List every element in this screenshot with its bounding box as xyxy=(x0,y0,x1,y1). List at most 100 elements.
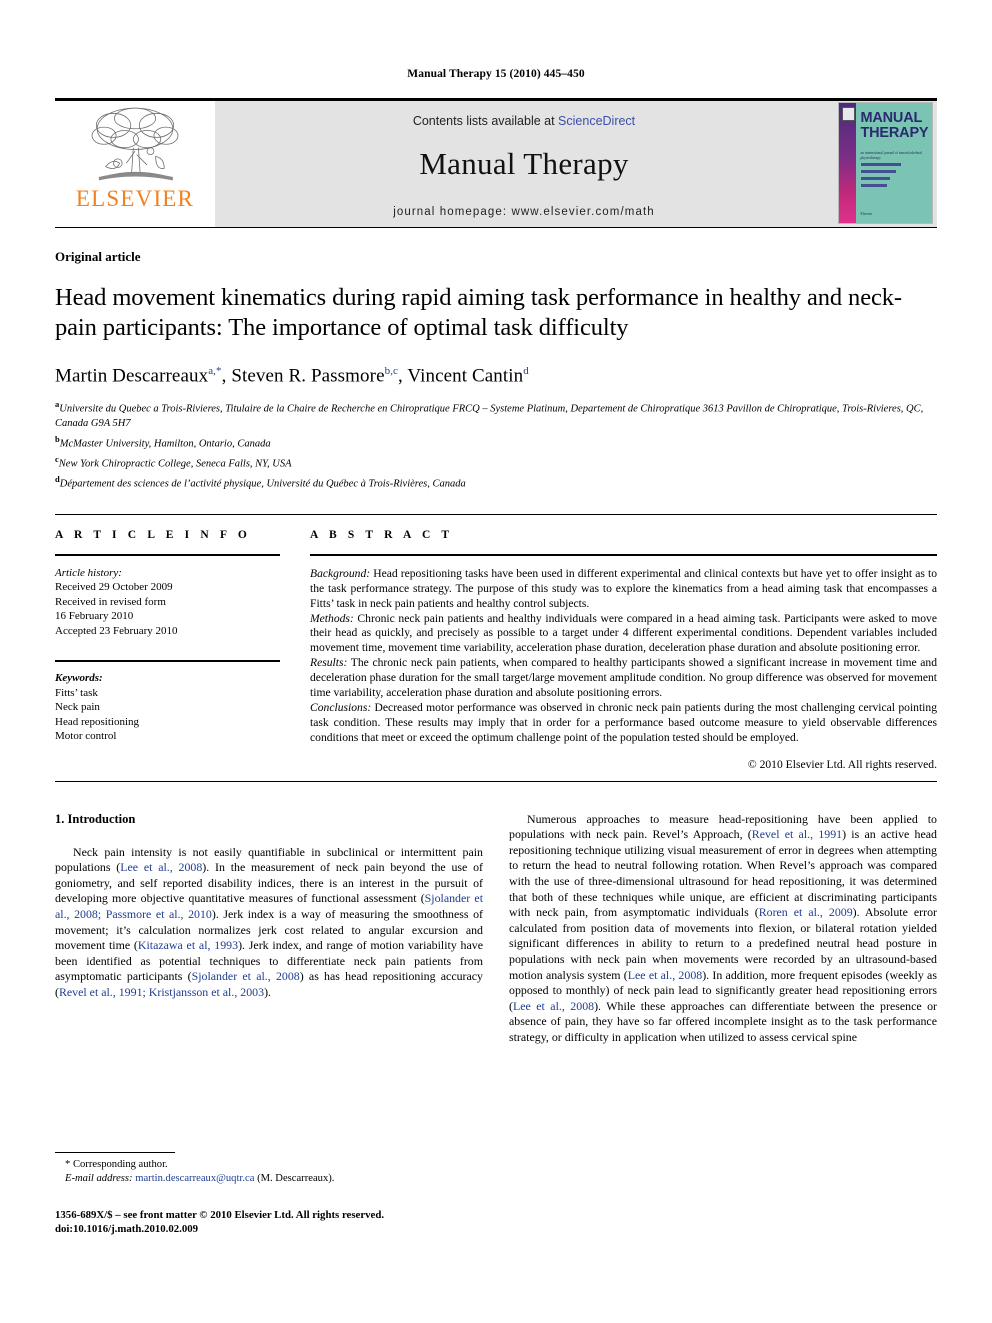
body-text-run: ). xyxy=(264,985,271,1000)
abstract-rule xyxy=(310,553,937,556)
history-item: Accepted 23 February 2010 xyxy=(55,624,178,637)
imprint-block: 1356-689X/$ – see front matter © 2010 El… xyxy=(55,1208,483,1236)
author-name: Vincent Cantin xyxy=(407,365,524,387)
citation-link[interactable]: Lee et al., 2008 xyxy=(628,968,702,982)
affiliation-item: aUniversite du Quebec a Trois-Rivieres, … xyxy=(55,397,937,432)
cover-logo-chip xyxy=(841,107,855,121)
abstract-section-text: Decreased motor performance was observed… xyxy=(310,700,937,744)
abstract-heading: A B S T R A C T xyxy=(310,528,454,541)
author-name: Martin Descarreaux xyxy=(55,365,209,387)
abstract-section-label: Results: xyxy=(310,656,348,670)
cover-gradient-bar xyxy=(838,103,856,223)
abstract-copyright: © 2010 Elsevier Ltd. All rights reserved… xyxy=(747,757,937,771)
affiliation-text: McMaster University, Hamilton, Ontario, … xyxy=(59,438,271,450)
keywords-rule xyxy=(55,660,280,663)
affiliation-text: Département des sciences de l’activité p… xyxy=(59,478,466,490)
article-info-column: A R T I C L E I N F O Article history: R… xyxy=(55,529,310,771)
keywords-label: Keywords: xyxy=(55,672,103,685)
running-head: Manual Therapy 15 (2010) 445–450 xyxy=(407,68,585,80)
abstract-section: Conclusions: Decreased motor performance… xyxy=(310,701,937,746)
article-title: Head movement kinematics during rapid ai… xyxy=(55,284,902,341)
introduction-paragraph-right: Numerous approaches to measure head-repo… xyxy=(509,812,937,1046)
journal-homepage-link[interactable]: journal homepage: www.elsevier.com/math xyxy=(393,206,655,218)
history-item: 16 February 2010 xyxy=(55,610,134,623)
publisher-logo: ELSEVIER xyxy=(55,101,215,227)
article-info-heading: A R T I C L E I N F O xyxy=(55,528,251,541)
citation-link[interactable]: Sjolander et al., 2008 xyxy=(192,969,300,983)
author-affiliation-mark[interactable]: a,* xyxy=(208,365,221,377)
corresponding-author-note: * Corresponding author. xyxy=(65,1159,168,1170)
author-list: Martin Descarreauxa,*, Steven R. Passmor… xyxy=(55,365,529,387)
article-info-rule xyxy=(55,553,280,556)
elsevier-tree-icon xyxy=(91,107,179,181)
elsevier-wordmark: ELSEVIER xyxy=(75,186,195,211)
cover-title: MANUAL THERAPY xyxy=(861,111,929,141)
abstract-body: Background: Head repositioning tasks hav… xyxy=(310,567,937,746)
author-affiliation-mark[interactable]: b,c xyxy=(385,365,398,377)
history-item: Received in revised form xyxy=(55,595,166,608)
imprint-doi[interactable]: doi:10.1016/j.math.2010.02.009 xyxy=(55,1222,483,1236)
journal-masthead: ELSEVIER Contents lists available at Sci… xyxy=(55,98,937,227)
cover-subtitle: an international journal of musculoskele… xyxy=(860,151,922,160)
article-history: Article history: Received 29 October 200… xyxy=(55,566,280,639)
citation-link[interactable]: Kitazawa et al, 1993 xyxy=(138,938,238,952)
affiliation-item: bMcMaster University, Hamilton, Ontario,… xyxy=(55,432,937,452)
abstract-section-text: The chronic neck pain patients, when com… xyxy=(310,656,937,700)
citation-link[interactable]: Revel et al., 1991 xyxy=(752,827,842,841)
info-abstract-block: A R T I C L E I N F O Article history: R… xyxy=(55,513,937,771)
article-type-kicker: Original article xyxy=(55,249,141,264)
footnote-rule xyxy=(55,1152,175,1153)
keywords-block: Keywords: Fitts’ task Neck pain Head rep… xyxy=(55,671,280,744)
journal-cover-thumbnail[interactable]: MANUAL THERAPY an international journal … xyxy=(837,102,933,224)
abstract-section: Methods: Chronic neck pain patients and … xyxy=(310,612,937,657)
author-name: Steven R. Passmore xyxy=(231,365,385,387)
history-item: Received 29 October 2009 xyxy=(55,581,173,594)
keyword-item: Head repositioning xyxy=(55,715,140,728)
journal-article-page: Manual Therapy 15 (2010) 445–450 ELSEVIE… xyxy=(0,0,992,1323)
email-label: E-mail address: xyxy=(65,1173,133,1184)
article-content: Original article Head movement kinematic… xyxy=(55,227,937,1046)
masthead-right: MANUAL THERAPY an international journal … xyxy=(833,101,937,227)
footnote-block: * Corresponding author. E-mail address: … xyxy=(55,1152,483,1236)
abstract-bottom-rule xyxy=(55,780,937,782)
affiliation-text: Universite du Quebec a Trois-Rivieres, T… xyxy=(55,403,924,430)
keyword-item: Fitts’ task xyxy=(55,686,98,699)
sciencedirect-link[interactable]: ScienceDirect xyxy=(558,114,635,128)
body-column-left: 1. Introduction Neck pain intensity is n… xyxy=(55,812,483,1046)
email-note: E-mail address: martin.descarreaux@uqtr.… xyxy=(55,1172,483,1186)
body-column-right: Numerous approaches to measure head-repo… xyxy=(509,812,937,1046)
cover-contents-lines xyxy=(860,163,926,191)
abstract-section-label: Background: xyxy=(310,566,371,580)
article-body: 1. Introduction Neck pain intensity is n… xyxy=(55,812,937,1046)
contents-available-line: Contents lists available at ScienceDirec… xyxy=(413,114,635,128)
cover-title-line2: THERAPY xyxy=(860,125,929,141)
citation-link[interactable]: Lee et al., 2008 xyxy=(120,860,202,874)
abstract-section-label: Conclusions: xyxy=(310,700,372,714)
masthead-center: Contents lists available at ScienceDirec… xyxy=(215,101,833,227)
abstract-section-text: Chronic neck pain patients and healthy i… xyxy=(310,611,937,655)
author-affiliation-mark[interactable]: d xyxy=(523,365,529,377)
article-history-label: Article history: xyxy=(55,566,122,579)
citation-link[interactable]: Roren et al., 2009 xyxy=(759,905,853,919)
abstract-column: A B S T R A C T Background: Head reposit… xyxy=(310,529,937,771)
affiliation-list: aUniversite du Quebec a Trois-Rivieres, … xyxy=(55,397,937,492)
affiliation-item: cNew York Chiropractic College, Seneca F… xyxy=(55,452,937,472)
keyword-item: Motor control xyxy=(55,730,117,743)
affiliation-item: dDépartement des sciences de l’activité … xyxy=(55,472,937,492)
introduction-paragraph-left: Neck pain intensity is not easily quanti… xyxy=(55,845,483,1001)
abstract-section-text: Head repositioning tasks have been used … xyxy=(310,566,937,610)
cover-footer: Elsevier xyxy=(860,212,873,216)
keyword-item: Neck pain xyxy=(55,701,100,714)
abstract-section: Background: Head repositioning tasks hav… xyxy=(310,567,937,612)
abstract-section: Results: The chronic neck pain patients,… xyxy=(310,656,937,701)
affiliation-text: New York Chiropractic College, Seneca Fa… xyxy=(58,458,292,470)
section-heading-introduction: 1. Introduction xyxy=(55,811,136,826)
cover-title-line1: MANUAL xyxy=(860,110,923,126)
citation-link[interactable]: Lee et al., 2008 xyxy=(513,999,594,1013)
imprint-frontmatter: 1356-689X/$ – see front matter © 2010 El… xyxy=(55,1209,385,1221)
masthead-bottom-rule xyxy=(55,227,937,228)
email-suffix: (M. Descarreaux). xyxy=(257,1173,335,1184)
citation-link[interactable]: Revel et al., 1991; Kristjansson et al.,… xyxy=(59,985,264,999)
email-link[interactable]: martin.descarreaux@uqtr.ca xyxy=(135,1173,254,1184)
journal-title: Manual Therapy xyxy=(419,146,629,181)
